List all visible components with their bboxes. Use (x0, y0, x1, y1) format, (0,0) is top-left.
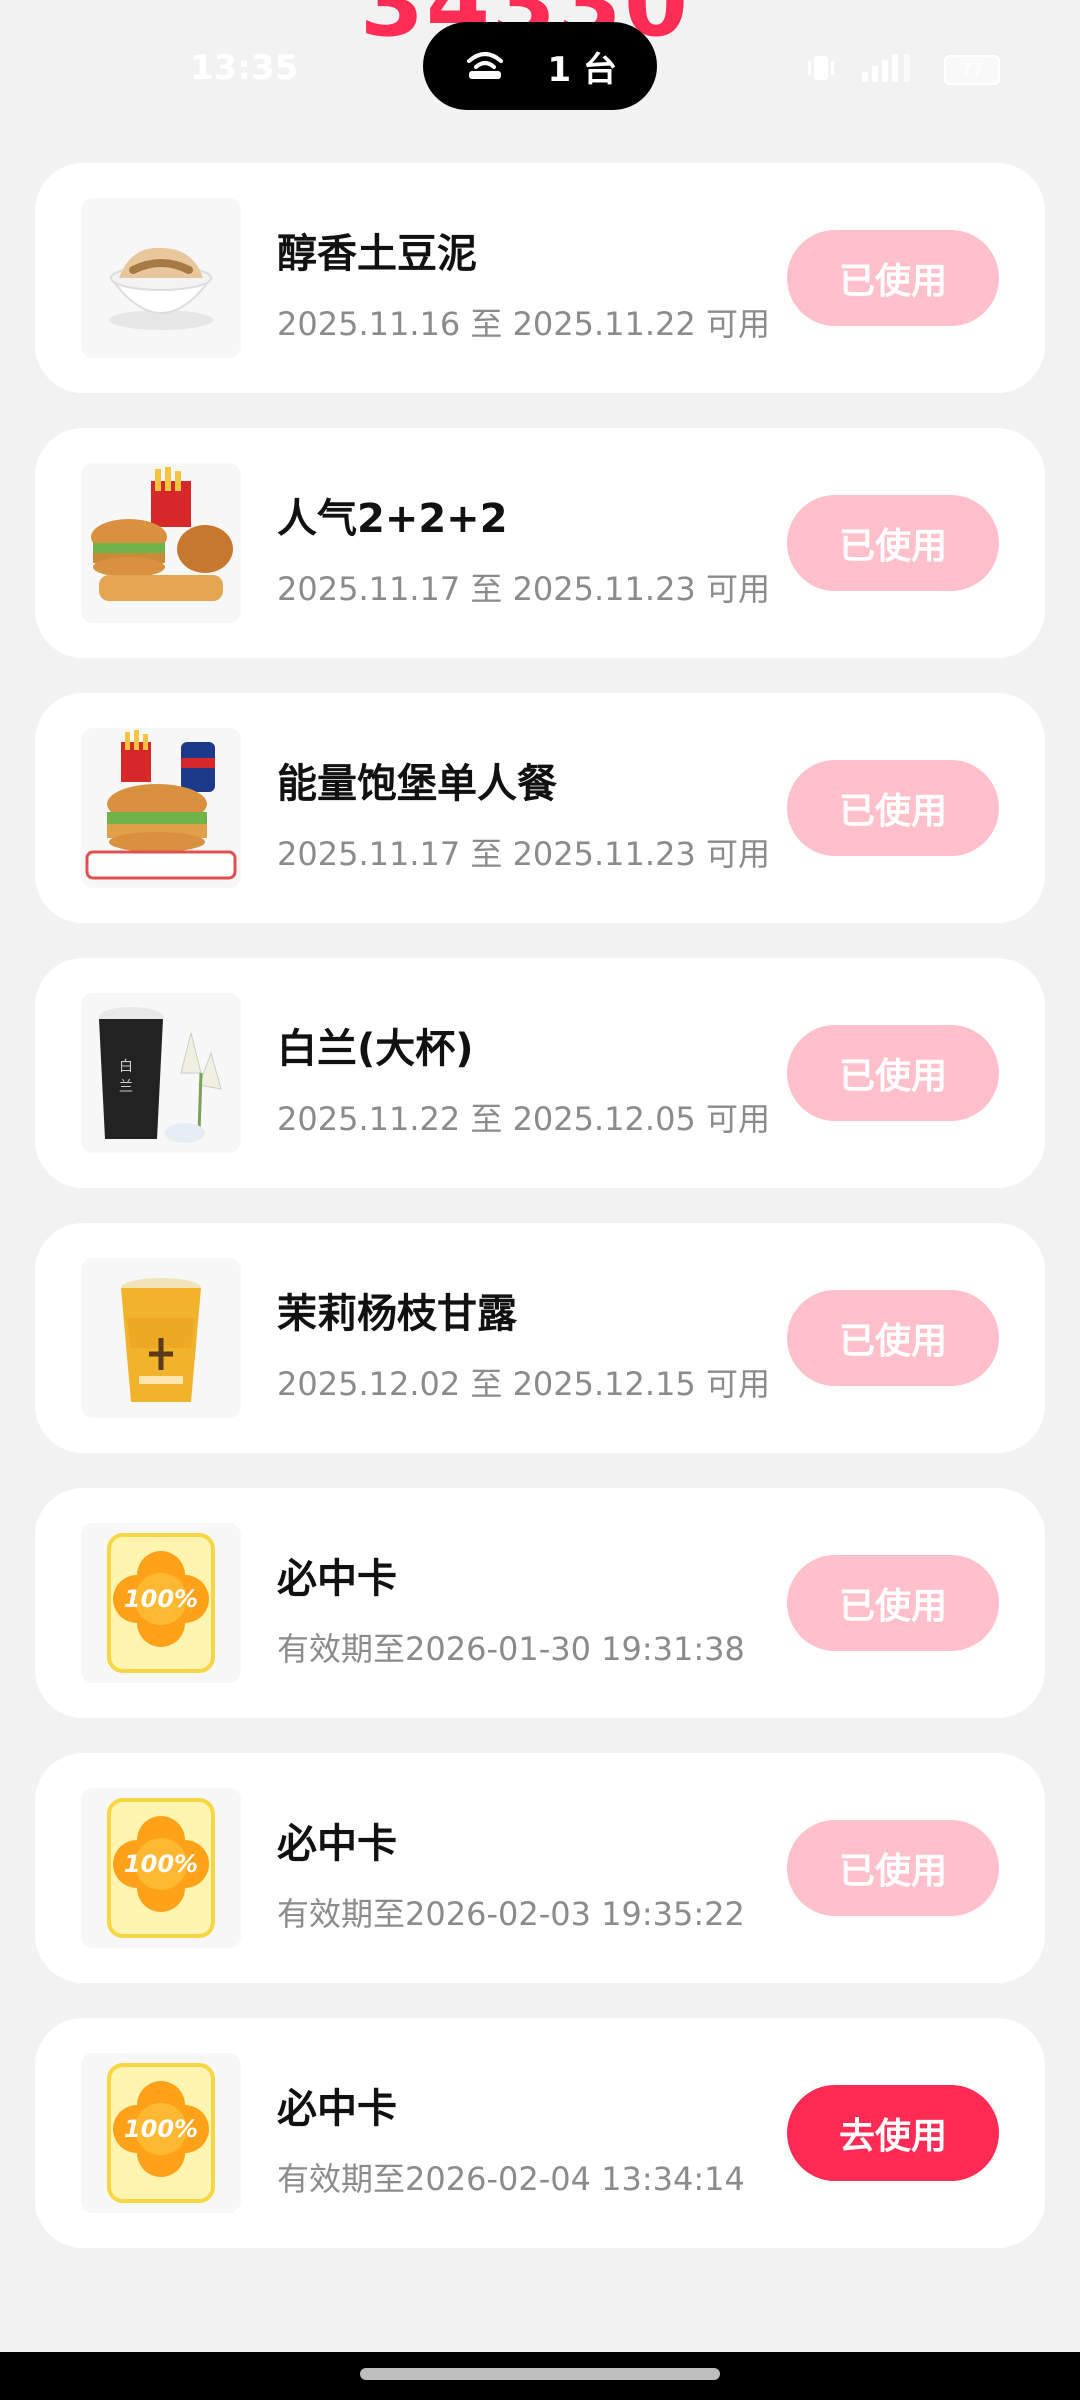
coupon-title: 醇香土豆泥 (277, 231, 477, 277)
coupon-card[interactable]: 白 兰 白兰(大杯) 2025.11.22 至 2025.12.05 可用 已使用 (35, 958, 1045, 1188)
status-time: 13:35 (190, 48, 299, 88)
coupon-validity: 2025.11.16 至 2025.11.22 可用 (277, 305, 770, 343)
black-cup-tea-image: 白 兰 (81, 993, 241, 1153)
lucky-card-label: 100% (124, 1850, 198, 1878)
signal-icon (858, 52, 922, 88)
coupon-card[interactable]: 100% 必中卡有效期至2026-01-30 19:31:38 已使用 (35, 1488, 1045, 1718)
mango-drink-image (81, 1258, 241, 1418)
lucky-card-image: 100% (81, 1523, 241, 1683)
gesture-navigation-bar (0, 2352, 1080, 2400)
used-button[interactable]: 已使用 (787, 1820, 999, 1916)
coupon-title: 必中卡 (277, 1556, 397, 1602)
burger-fries-chicken-image (81, 463, 241, 623)
lucky-card-image: 100% (81, 2053, 241, 2213)
mashed-potato-image (81, 198, 241, 358)
cast-icon (463, 47, 507, 85)
battery-icon: 77 (944, 55, 1000, 85)
coupon-validity: 2025.11.22 至 2025.12.05 可用 (277, 1100, 770, 1138)
used-button[interactable]: 已使用 (787, 760, 999, 856)
used-button[interactable]: 已使用 (787, 1025, 999, 1121)
svg-text:白: 白 (119, 1059, 133, 1075)
vibrate-icon (806, 52, 836, 88)
coupon-list: 醇香土豆泥 2025.11.16 至 2025.11.22 可用 已使用 人气2+2… (35, 163, 1045, 2283)
coupon-validity: 2025.11.17 至 2025.11.23 可用 (277, 570, 770, 608)
status-bar: 34330 13:35 1 台 77 (0, 0, 1080, 130)
home-indicator[interactable] (360, 2368, 720, 2380)
lucky-card-label: 100% (124, 1585, 198, 1613)
coupon-validity: 有效期至2026-02-04 13:34:14 (277, 2160, 745, 2198)
use-now-button[interactable]: 去使用 (787, 2085, 999, 2181)
coupon-card[interactable]: 人气2+2+2 2025.11.17 至 2025.11.23 可用 已使用 (35, 428, 1045, 658)
coupon-validity: 有效期至2026-02-03 19:35:22 (277, 1895, 745, 1933)
coupon-validity: 有效期至2026-01-30 19:31:38 (277, 1630, 745, 1668)
coupon-card[interactable]: 100% 必中卡有效期至2026-02-03 19:35:22 已使用 (35, 1753, 1045, 1983)
coupon-card[interactable]: 醇香土豆泥 2025.11.16 至 2025.11.22 可用 已使用 (35, 163, 1045, 393)
system-icons: 77 (806, 52, 1000, 88)
island-device-count: 1 台 (547, 49, 618, 90)
coupon-validity: 2025.11.17 至 2025.11.23 可用 (277, 835, 770, 873)
coupon-title: 茉莉杨枝甘露 (277, 1291, 517, 1337)
used-button[interactable]: 已使用 (787, 1290, 999, 1386)
svg-text:兰: 兰 (119, 1079, 133, 1095)
lucky-card-label: 100% (124, 2115, 198, 2143)
coupon-title: 人气2+2+2 (277, 496, 508, 542)
lucky-card-image: 100% (81, 1788, 241, 1948)
burger-meal-image (81, 728, 241, 888)
used-button[interactable]: 已使用 (787, 495, 999, 591)
dynamic-island[interactable]: 1 台 (423, 22, 657, 110)
coupon-title: 必中卡 (277, 2086, 397, 2132)
used-button[interactable]: 已使用 (787, 1555, 999, 1651)
coupon-title: 必中卡 (277, 1821, 397, 1867)
coupon-title: 白兰(大杯) (277, 1026, 474, 1072)
used-button[interactable]: 已使用 (787, 230, 999, 326)
coupon-title: 能量饱堡单人餐 (277, 761, 557, 807)
coupon-validity: 2025.12.02 至 2025.12.15 可用 (277, 1365, 770, 1403)
coupon-card[interactable]: 100% 必中卡有效期至2026-02-04 13:34:14 去使用 (35, 2018, 1045, 2248)
coupon-card[interactable]: 茉莉杨枝甘露 2025.12.02 至 2025.12.15 可用 已使用 (35, 1223, 1045, 1453)
coupon-card[interactable]: 能量饱堡单人餐 2025.11.17 至 2025.11.23 可用 已使用 (35, 693, 1045, 923)
